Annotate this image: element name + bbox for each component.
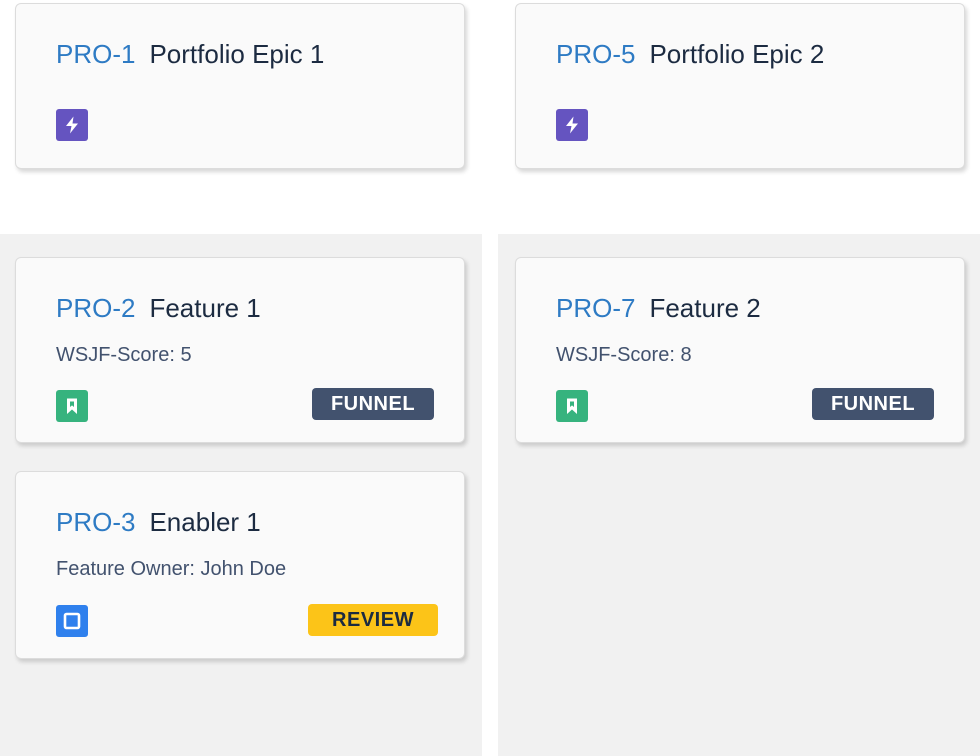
issue-card-enabler[interactable]: PRO-3 Enabler 1 Feature Owner: John Doe R…: [15, 471, 465, 659]
card-header: PRO-5 Portfolio Epic 2: [556, 37, 824, 71]
issue-title: Feature 2: [649, 293, 761, 323]
issue-key-link[interactable]: PRO-3: [56, 507, 135, 537]
status-badge: FUNNEL: [812, 388, 934, 420]
epic-lightning-icon: [56, 109, 88, 141]
issue-key-link[interactable]: PRO-5: [556, 39, 635, 69]
wsjf-score-field: WSJF-Score: 5: [56, 344, 192, 366]
card-header: PRO-1 Portfolio Epic 1: [56, 37, 324, 71]
issue-title: Feature 1: [149, 293, 261, 323]
issue-card-feature[interactable]: PRO-7 Feature 2 WSJF-Score: 8 FUNNEL: [515, 257, 965, 443]
card-header: PRO-7 Feature 2: [556, 291, 761, 325]
story-bookmark-icon: [56, 390, 88, 422]
issue-key-link[interactable]: PRO-2: [56, 293, 135, 323]
feature-owner-field: Feature Owner: John Doe: [56, 558, 287, 580]
issue-card-epic[interactable]: PRO-1 Portfolio Epic 1: [15, 3, 465, 169]
status-badge: FUNNEL: [312, 388, 434, 420]
issue-key-link[interactable]: PRO-1: [56, 39, 135, 69]
issue-title: Portfolio Epic 1: [149, 39, 325, 69]
wsjf-score-field: WSJF-Score: 8: [556, 344, 692, 366]
story-bookmark-icon: [556, 390, 588, 422]
issue-title: Enabler 1: [149, 507, 261, 537]
issue-card-feature[interactable]: PRO-2 Feature 1 WSJF-Score: 5 FUNNEL: [15, 257, 465, 443]
board: PRO-1 Portfolio Epic 1 PRO-5 Portfolio Epi…: [0, 0, 980, 756]
issue-card-epic[interactable]: PRO-5 Portfolio Epic 2: [515, 3, 965, 169]
status-badge: REVIEW: [308, 604, 438, 636]
issue-title: Portfolio Epic 2: [649, 39, 825, 69]
issue-key-link[interactable]: PRO-7: [556, 293, 635, 323]
card-header: PRO-2 Feature 1: [56, 291, 261, 325]
epic-lightning-icon: [556, 109, 588, 141]
task-square-icon: [56, 605, 88, 637]
card-header: PRO-3 Enabler 1: [56, 505, 261, 539]
